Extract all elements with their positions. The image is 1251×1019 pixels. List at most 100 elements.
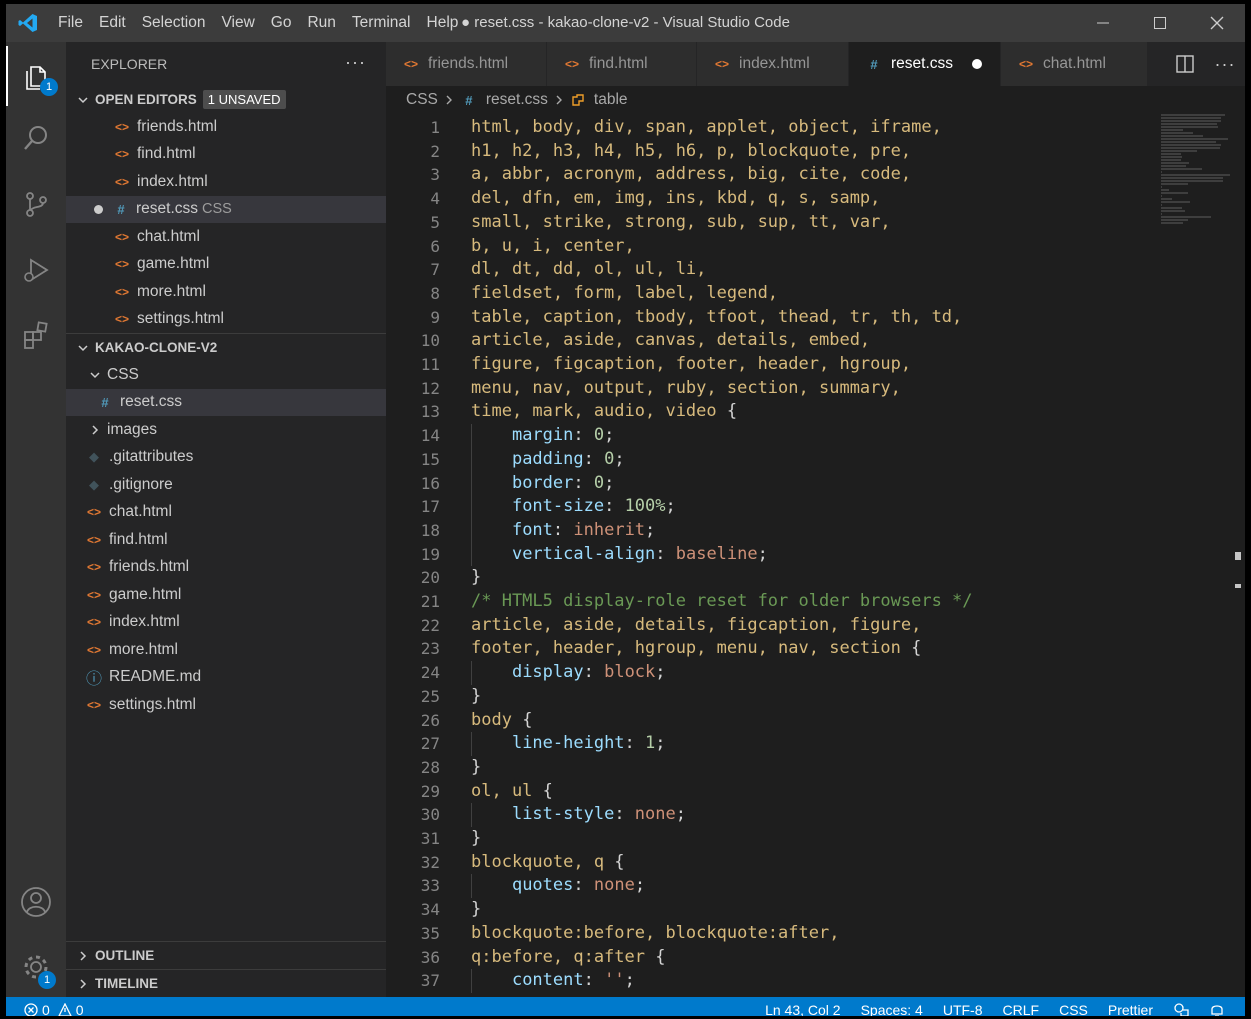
split-editor-icon[interactable] [1165, 55, 1205, 73]
language-mode[interactable]: CSS [1059, 997, 1088, 1016]
menu-file[interactable]: File [50, 4, 91, 42]
open-editor-item[interactable]: <> game.html [66, 251, 386, 279]
indentation[interactable]: Spaces: 4 [861, 997, 923, 1016]
folder-images[interactable]: images [66, 416, 386, 444]
notifications-icon[interactable] [1209, 997, 1225, 1016]
editor-actions: ··· [1165, 42, 1245, 86]
menu-edit[interactable]: Edit [91, 4, 134, 42]
file-label: settings.html [109, 695, 197, 713]
menu-run[interactable]: Run [299, 4, 343, 42]
file-reset-css[interactable]: # reset.css [66, 388, 386, 416]
indent-guide [471, 661, 472, 685]
code-token: baseline [675, 543, 758, 564]
code-token: display [511, 662, 584, 683]
feedback-icon[interactable] [1173, 997, 1189, 1016]
files-icon[interactable]: 1 [6, 46, 66, 106]
code-token: ; [757, 543, 768, 564]
more-actions-icon[interactable]: ··· [345, 52, 366, 73]
code-token: quotes [511, 875, 574, 896]
file-label: reset.css [136, 200, 199, 218]
cursor-position[interactable]: Ln 43, Col 2 [765, 997, 841, 1016]
css-file-icon: # [101, 394, 109, 410]
code-line: 18 font: inherit; [386, 519, 1146, 543]
code-text: padding: 0; [471, 448, 625, 472]
file-label: find.html [137, 145, 196, 163]
source-control-icon[interactable] [6, 174, 66, 234]
open-editor-item[interactable]: <> settings.html [66, 306, 386, 334]
code-token: { [614, 851, 625, 872]
file-tree-item[interactable]: <> index.html [66, 609, 386, 637]
menu-terminal[interactable]: Terminal [344, 4, 419, 42]
end-of-line[interactable]: CRLF [1003, 997, 1040, 1016]
extensions-icon[interactable] [6, 304, 66, 364]
account-icon[interactable] [6, 872, 66, 932]
run-debug-icon[interactable] [6, 240, 66, 300]
folder-css[interactable]: CSS [66, 361, 386, 389]
code-token: border [511, 472, 574, 493]
file-tree-item[interactable]: <> game.html [66, 581, 386, 609]
code-token: html, body, div, span, applet, object, i… [471, 117, 942, 137]
open-editor-item[interactable]: <> chat.html [66, 223, 386, 251]
file-tree-item[interactable]: <> friends.html [66, 554, 386, 582]
open-editor-item[interactable]: <> friends.html [66, 113, 386, 141]
file-tree-item[interactable]: <> find.html [66, 526, 386, 554]
search-icon[interactable] [6, 108, 66, 168]
encoding[interactable]: UTF-8 [943, 997, 983, 1016]
file-tree-item[interactable]: <> more.html [66, 636, 386, 664]
open-editor-item[interactable]: # reset.css CSS [66, 195, 386, 223]
code-line: 5 small, strike, strong, sub, sup, tt, va… [386, 211, 1146, 235]
code-editor[interactable]: 1 html, body, div, span, applet, object, … [386, 114, 1245, 997]
file-tree-item[interactable]: <> chat.html [66, 499, 386, 527]
git-file-icon: ◆ [89, 449, 99, 465]
open-editor-item[interactable]: <> more.html [66, 278, 386, 306]
file-tree-item[interactable]: ◆ .gitattributes [66, 444, 386, 472]
menu-help[interactable]: Help [419, 4, 467, 42]
close-icon[interactable] [1188, 4, 1245, 42]
open-editor-item[interactable]: <> index.html [66, 168, 386, 196]
tab-reset-css[interactable]: # reset.css [849, 42, 1001, 86]
open-editors-header[interactable]: OPEN EDITORS 1 UNSAVED [66, 86, 386, 113]
code-token: ; [665, 496, 676, 517]
formatter[interactable]: Prettier [1108, 997, 1153, 1016]
minimap[interactable] [1161, 114, 1235, 224]
project-header[interactable]: KAKAO-CLONE-V2 [66, 334, 386, 361]
indent-guide [471, 732, 472, 756]
tab-chat-html[interactable]: <> chat.html [1001, 42, 1148, 86]
minimap-line [1161, 210, 1185, 212]
file-tree-item[interactable]: <> settings.html [66, 691, 386, 719]
scrollbar-marker [1235, 584, 1241, 588]
tab-find-html[interactable]: <> find.html [547, 42, 697, 86]
file-tree-item[interactable]: ◆ .gitignore [66, 471, 386, 499]
menu-view[interactable]: View [213, 4, 262, 42]
code-token: 0 [593, 425, 605, 446]
minimap-line [1161, 141, 1216, 143]
minimize-icon[interactable] [1074, 4, 1131, 42]
minimap-line [1161, 159, 1181, 161]
maximize-icon[interactable] [1131, 4, 1188, 42]
code-token: '' [604, 970, 625, 991]
menu-go[interactable]: Go [263, 4, 300, 42]
outline-header[interactable]: OUTLINE [66, 941, 386, 969]
tab-index-html[interactable]: <> index.html [697, 42, 849, 86]
code-token: inherit [573, 519, 646, 540]
breadcrumb-folder[interactable]: CSS [406, 91, 438, 109]
code-token: : [604, 496, 625, 517]
unsaved-dot-icon[interactable] [972, 59, 982, 69]
breadcrumb-symbol[interactable]: table [594, 91, 628, 109]
timeline-header[interactable]: TIMELINE [66, 969, 386, 997]
more-actions-icon[interactable]: ··· [1205, 54, 1245, 75]
file-tree-item[interactable]: ⓘ README.md [66, 664, 386, 692]
folder-images-label: images [107, 420, 157, 438]
open-editor-item[interactable]: <> find.html [66, 141, 386, 169]
code-text: list-style: none; [471, 803, 686, 827]
problems-indicator[interactable]: 0 0 [6, 997, 84, 1016]
breadcrumb-file[interactable]: reset.css [486, 91, 548, 109]
tab-friends-html[interactable]: <> friends.html [386, 42, 547, 86]
file-label: settings.html [137, 310, 225, 328]
menu-selection[interactable]: Selection [134, 4, 214, 42]
gear-icon[interactable]: 1 [6, 937, 66, 997]
unsaved-dot-icon[interactable] [94, 204, 103, 214]
